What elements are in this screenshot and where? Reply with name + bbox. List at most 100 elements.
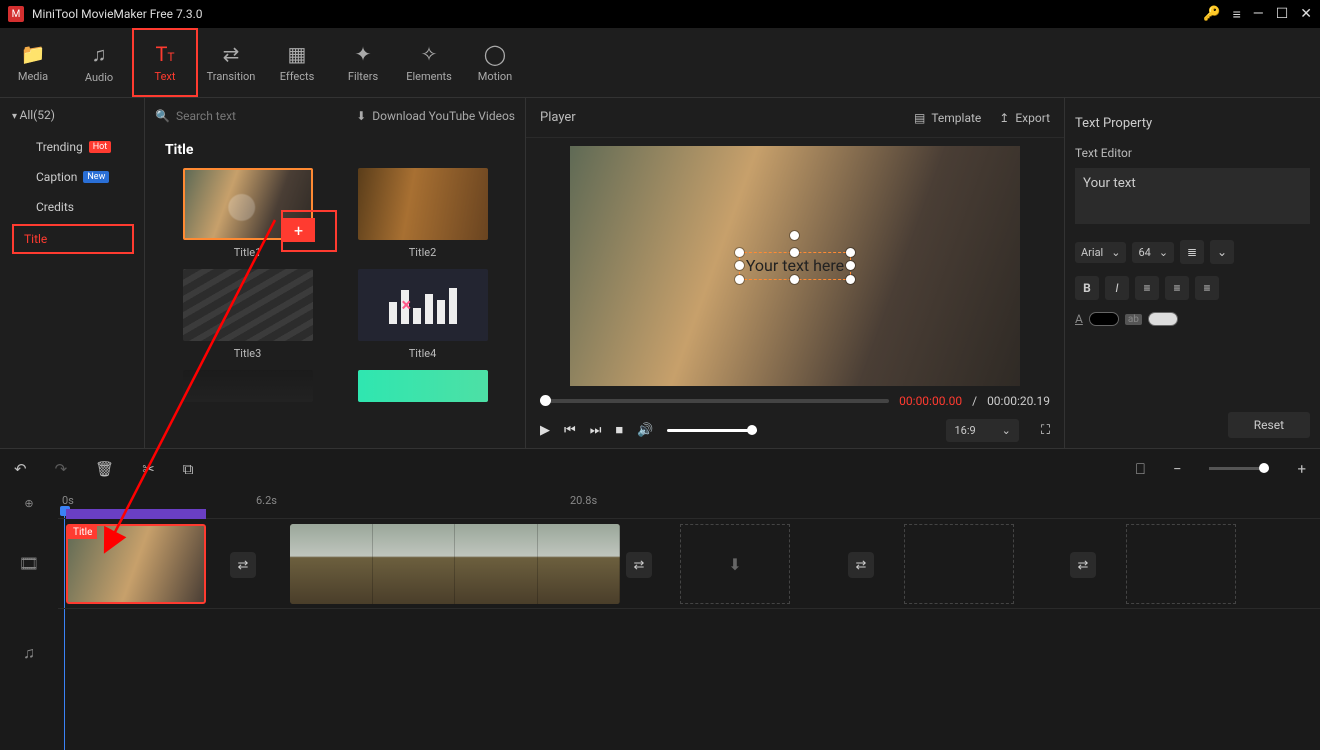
play-button[interactable]: ▶ — [540, 423, 550, 438]
empty-slot-3[interactable] — [1126, 524, 1236, 604]
fullscreen-button[interactable]: ⛶ — [1041, 423, 1050, 438]
transition-slot-1[interactable]: ⇄ — [230, 552, 256, 578]
zoom-in-button[interactable]: + — [1297, 460, 1306, 478]
text-category-sidebar: All(52) TrendingHot CaptionNew Credits T… — [0, 98, 145, 448]
license-key-icon[interactable]: 🔑 — [1203, 6, 1220, 22]
prev-frame-button[interactable]: ⏮ — [564, 423, 576, 438]
hot-badge: Hot — [89, 141, 112, 153]
font-select[interactable]: Arial⌄ — [1075, 242, 1126, 263]
delete-button[interactable]: 🗑 — [95, 460, 114, 478]
text-color-label: A — [1075, 312, 1083, 326]
align-right-button[interactable]: ≡ — [1195, 276, 1219, 300]
player-panel: Player ▤Template ↥Export Your text here … — [525, 98, 1065, 448]
sidebar-item-title[interactable]: Title — [12, 224, 134, 254]
titlebar: M MiniTool MovieMaker Free 7.3.0 🔑 ≡ — ☐… — [0, 0, 1320, 28]
text-input[interactable] — [1075, 168, 1310, 224]
tab-motion[interactable]: ◯Motion — [462, 28, 528, 97]
export-button[interactable]: ↥Export — [999, 111, 1050, 125]
export-icon: ↥ — [999, 111, 1009, 125]
stop-button[interactable]: ■ — [615, 422, 623, 438]
close-icon[interactable]: ✕ — [1300, 6, 1312, 22]
video-clip[interactable] — [290, 524, 620, 604]
sidebar-header-all[interactable]: All(52) — [0, 98, 144, 132]
asset-card-title4[interactable]: × Title4 — [340, 269, 505, 360]
download-icon: ⬇ — [356, 109, 366, 123]
transition-slot-4[interactable]: ⇄ — [1070, 552, 1096, 578]
tab-text[interactable]: TTText — [132, 28, 198, 97]
zoom-slider[interactable] — [1209, 467, 1269, 470]
align-left-button[interactable]: ≡ — [1135, 276, 1159, 300]
editor-label: Text Editor — [1075, 146, 1310, 160]
more-button[interactable]: ⌄ — [1210, 240, 1234, 264]
menu-icon[interactable]: ≡ — [1233, 6, 1241, 23]
highlight-color-swatch[interactable] — [1148, 312, 1178, 326]
audio-track[interactable] — [58, 608, 1320, 698]
tab-elements[interactable]: ✧Elements — [396, 28, 462, 97]
sidebar-item-credits[interactable]: Credits — [0, 192, 144, 222]
template-button[interactable]: ▤Template — [914, 111, 981, 125]
timeline-toolbar: ↶ ↷ 🗑 ✂ ⧉ ⎕ − + — [0, 448, 1320, 488]
next-frame-button[interactable]: ⏭ — [590, 423, 602, 438]
preview-canvas[interactable]: Your text here — [570, 146, 1020, 386]
text-icon: TT — [155, 42, 174, 66]
timecode-current: 00:00:00.00 — [899, 394, 962, 408]
aspect-ratio-select[interactable]: 16:9⌄ — [946, 419, 1018, 442]
text-overlay[interactable]: Your text here — [739, 252, 851, 280]
seek-bar[interactable] — [540, 399, 889, 403]
minimize-icon[interactable]: — — [1253, 6, 1264, 22]
timeline-ruler[interactable]: 0s 6.2s 20.8s — [58, 488, 1320, 518]
volume-slider[interactable] — [667, 429, 757, 432]
align-center-button[interactable]: ≡ — [1165, 276, 1189, 300]
asset-card-title3[interactable]: Title3 — [165, 269, 330, 360]
timecode-total: 00:00:20.19 — [987, 394, 1050, 408]
audio-track-icon[interactable]: ♫ — [0, 608, 58, 698]
folder-icon: 📁 — [21, 42, 46, 66]
video-track[interactable]: Title ⇄ ⇄ ⬇ ⇄ ⇄ — [58, 518, 1320, 608]
italic-button[interactable]: I — [1105, 276, 1129, 300]
add-track-button[interactable]: ⊕ — [0, 488, 58, 518]
elements-icon: ✧ — [421, 42, 438, 66]
empty-slot-2[interactable] — [904, 524, 1014, 604]
transition-slot-2[interactable]: ⇄ — [626, 552, 652, 578]
search-input[interactable]: 🔍Search text — [155, 109, 236, 123]
chevron-down-icon: ⌄ — [1111, 246, 1120, 259]
filters-icon: ✦ — [355, 42, 372, 66]
empty-slot-1[interactable]: ⬇ — [680, 524, 790, 604]
undo-button[interactable]: ↶ — [14, 460, 27, 478]
volume-icon[interactable]: 🔊 — [637, 423, 653, 438]
title-clip[interactable]: Title — [66, 524, 206, 604]
app-title: MiniTool MovieMaker Free 7.3.0 — [32, 7, 203, 21]
asset-card-extra2[interactable] — [340, 370, 505, 402]
sidebar-item-trending[interactable]: TrendingHot — [0, 132, 144, 162]
tab-media[interactable]: 📁Media — [0, 28, 66, 97]
tab-filters[interactable]: ✦Filters — [330, 28, 396, 97]
zoom-out-button[interactable]: − — [1173, 460, 1182, 478]
maximize-icon[interactable]: ☐ — [1276, 6, 1289, 22]
download-youtube-link[interactable]: ⬇Download YouTube Videos — [356, 109, 515, 123]
asset-card-extra1[interactable] — [165, 370, 330, 402]
fit-button[interactable]: ⎕ — [1136, 460, 1145, 478]
tab-audio[interactable]: ♫Audio — [66, 28, 132, 97]
add-asset-button[interactable]: + — [283, 218, 315, 242]
asset-card-title2[interactable]: Title2 — [340, 168, 505, 259]
text-color-swatch[interactable] — [1089, 312, 1119, 326]
redo-button[interactable]: ↷ — [55, 460, 68, 478]
text-property-panel: Text Property Text Editor Arial⌄ 64⌄ ≣ ⌄… — [1065, 98, 1320, 448]
split-button[interactable]: ✂ — [142, 460, 155, 478]
video-track-icon[interactable]: 🎞 — [0, 518, 58, 608]
panel-title: Text Property — [1075, 108, 1310, 138]
chevron-down-icon: ⌄ — [1002, 424, 1011, 437]
tab-effects[interactable]: ▦Effects — [264, 28, 330, 97]
line-spacing-button[interactable]: ≣ — [1180, 240, 1204, 264]
sidebar-item-caption[interactable]: CaptionNew — [0, 162, 144, 192]
template-icon: ▤ — [914, 111, 925, 125]
reset-button[interactable]: Reset — [1228, 412, 1310, 438]
font-size-select[interactable]: 64⌄ — [1132, 242, 1174, 263]
asset-card-title1[interactable]: + Title1 — [165, 168, 330, 259]
main-toolbar: 📁Media ♫Audio TTText ⇄Transition ▦Effect… — [0, 28, 1320, 98]
bold-button[interactable]: B — [1075, 276, 1099, 300]
transition-slot-3[interactable]: ⇄ — [848, 552, 874, 578]
tab-transition[interactable]: ⇄Transition — [198, 28, 264, 97]
effects-icon: ▦ — [288, 42, 307, 66]
crop-button[interactable]: ⧉ — [183, 460, 194, 478]
